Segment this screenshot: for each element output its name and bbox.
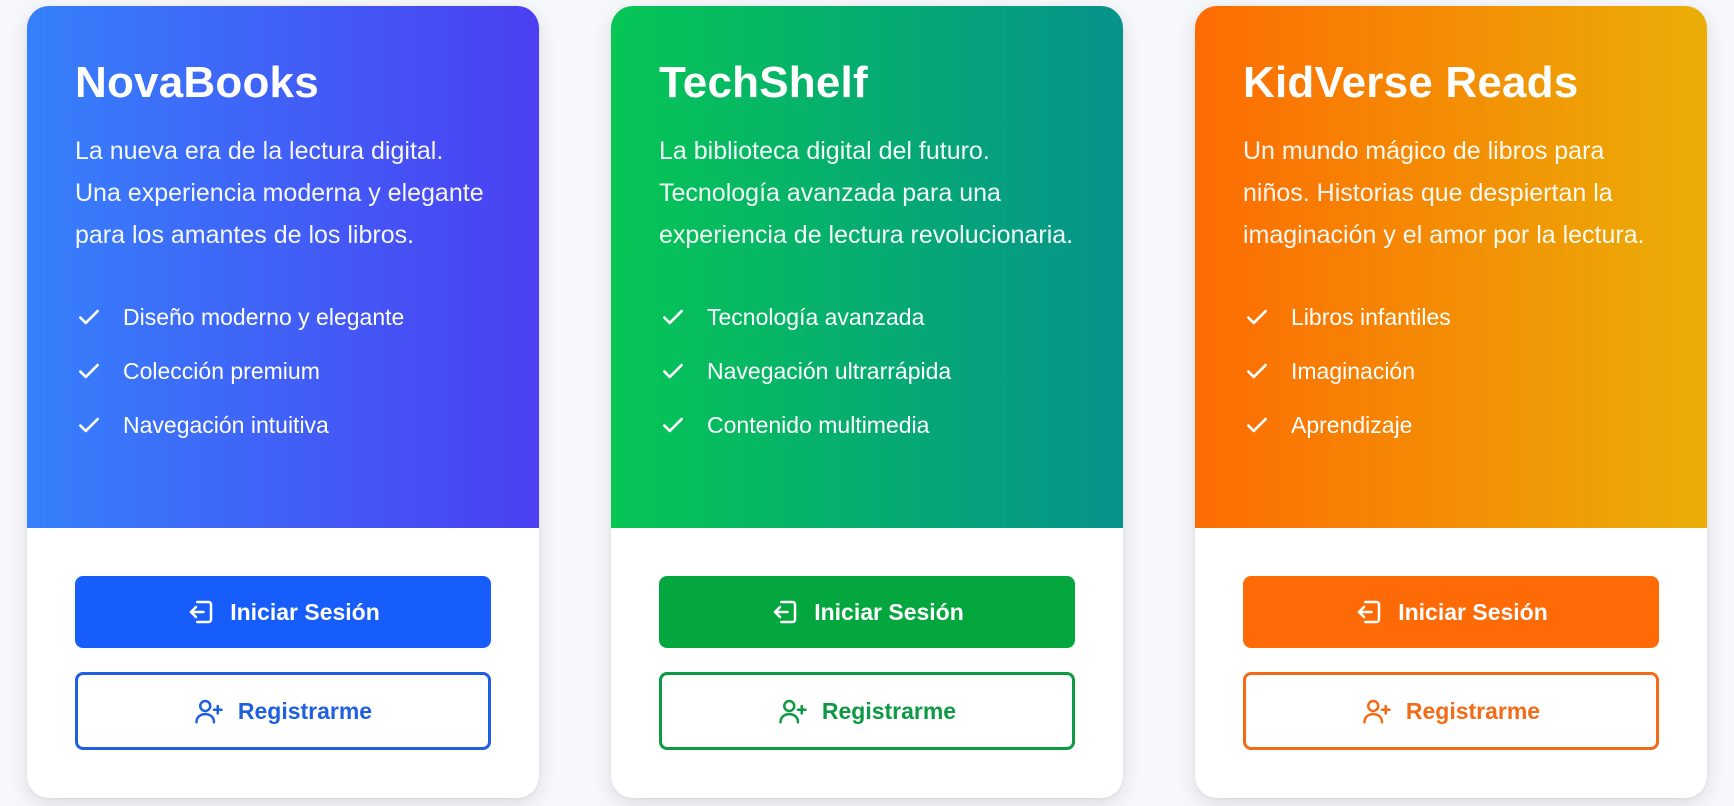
feature-item: Contenido multimedia — [659, 398, 1075, 452]
register-label: Registrarme — [237, 697, 373, 724]
feature-label: Aprendizaje — [1291, 411, 1413, 438]
feature-item: Colección premium — [75, 344, 491, 398]
register-label: Registrarme — [1405, 697, 1541, 724]
card-actions: Iniciar Sesión Registrarme — [1195, 528, 1707, 750]
check-icon — [75, 411, 103, 439]
login-label: Iniciar Sesión — [1398, 598, 1548, 625]
brand-cards: NovaBooks La nueva era de la lectura dig… — [0, 0, 1734, 806]
card-kidverse-reads: KidVerse Reads Un mundo mágico de libros… — [1195, 6, 1707, 798]
check-icon — [659, 411, 687, 439]
card-actions: Iniciar Sesión Registrarme — [27, 528, 539, 750]
register-label: Registrarme — [821, 697, 957, 724]
card-actions: Iniciar Sesión Registrarme — [611, 528, 1123, 750]
feature-label: Navegación ultrarrápida — [707, 357, 952, 384]
user-plus-icon — [1362, 696, 1392, 726]
feature-item: Diseño moderno y elegante — [75, 290, 491, 344]
register-button[interactable]: Registrarme — [659, 672, 1075, 750]
check-icon — [1243, 357, 1271, 385]
login-label: Iniciar Sesión — [814, 598, 964, 625]
feature-list: Libros infantiles Imaginación Aprendizaj… — [1243, 290, 1659, 452]
check-icon — [1243, 303, 1271, 331]
feature-list: Tecnología avanzada Navegación ultrarráp… — [659, 290, 1075, 452]
check-icon — [75, 357, 103, 385]
feature-label: Diseño moderno y elegante — [123, 303, 405, 330]
feature-label: Imaginación — [1291, 357, 1416, 384]
feature-item: Libros infantiles — [1243, 290, 1659, 344]
feature-list: Diseño moderno y elegante Colección prem… — [75, 290, 491, 452]
card-techshelf: TechShelf La biblioteca digital del futu… — [611, 6, 1123, 798]
user-plus-icon — [194, 696, 224, 726]
login-label: Iniciar Sesión — [230, 598, 380, 625]
check-icon — [659, 357, 687, 385]
feature-item: Navegación ultrarrápida — [659, 344, 1075, 398]
feature-item: Aprendizaje — [1243, 398, 1659, 452]
feature-label: Colección premium — [123, 357, 320, 384]
login-icon — [770, 597, 800, 627]
login-button[interactable]: Iniciar Sesión — [659, 576, 1075, 648]
card-novabooks: NovaBooks La nueva era de la lectura dig… — [27, 6, 539, 798]
register-button[interactable]: Registrarme — [75, 672, 491, 750]
login-icon — [1354, 597, 1384, 627]
feature-label: Contenido multimedia — [707, 411, 930, 438]
check-icon — [75, 303, 103, 331]
feature-item: Tecnología avanzada — [659, 290, 1075, 344]
login-icon — [186, 597, 216, 627]
check-icon — [1243, 411, 1271, 439]
card-hero: NovaBooks La nueva era de la lectura dig… — [27, 6, 539, 528]
card-description: La biblioteca digital del futuro. Tecnol… — [659, 137, 1074, 249]
check-icon — [659, 303, 687, 331]
card-title: TechShelf — [659, 58, 868, 107]
register-button[interactable]: Registrarme — [1243, 672, 1659, 750]
login-button[interactable]: Iniciar Sesión — [75, 576, 491, 648]
card-hero: KidVerse Reads Un mundo mágico de libros… — [1195, 6, 1707, 528]
card-title: NovaBooks — [75, 58, 319, 107]
feature-label: Navegación intuitiva — [123, 411, 329, 438]
card-hero: TechShelf La biblioteca digital del futu… — [611, 6, 1123, 528]
feature-label: Tecnología avanzada — [707, 303, 925, 330]
login-button[interactable]: Iniciar Sesión — [1243, 576, 1659, 648]
card-description: La nueva era de la lectura digital. Una … — [75, 137, 484, 249]
card-description: Un mundo mágico de libros para niños. Hi… — [1243, 137, 1645, 249]
user-plus-icon — [778, 696, 808, 726]
feature-item: Imaginación — [1243, 344, 1659, 398]
feature-item: Navegación intuitiva — [75, 398, 491, 452]
card-title: KidVerse Reads — [1243, 58, 1579, 107]
feature-label: Libros infantiles — [1291, 303, 1451, 330]
